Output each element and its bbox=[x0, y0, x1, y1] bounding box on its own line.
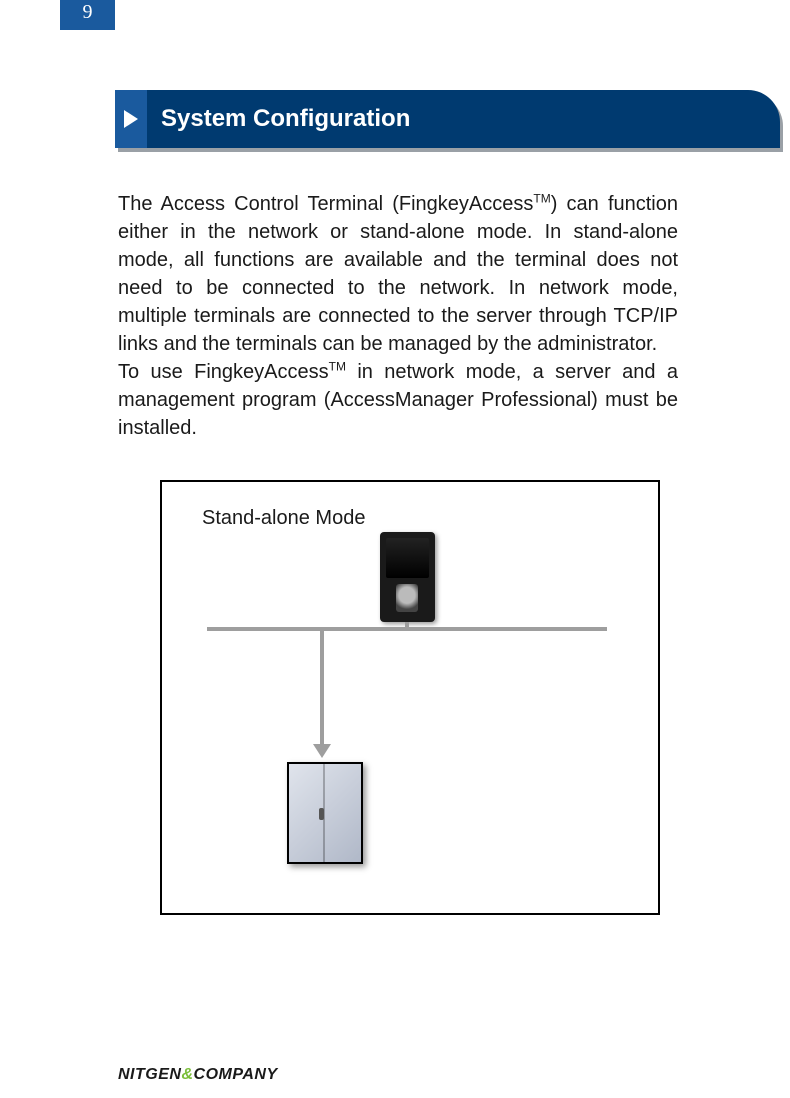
access-terminal-icon bbox=[380, 532, 435, 622]
trademark-sup: TM bbox=[533, 191, 550, 205]
paragraph-2a: To use FingkeyAccess bbox=[118, 361, 329, 383]
page-number-tab: 9 bbox=[60, 0, 115, 30]
triangle-right-icon bbox=[124, 110, 138, 128]
diagram-title: Stand-alone Mode bbox=[202, 507, 365, 530]
connector-hbar bbox=[207, 627, 607, 631]
connector-vline bbox=[320, 631, 324, 746]
trademark-sup: TM bbox=[329, 359, 346, 373]
paragraph-1b: ) can function either in the network or … bbox=[118, 193, 678, 355]
heading-arrow-block bbox=[115, 90, 147, 148]
page-number: 9 bbox=[83, 1, 93, 23]
footer-brand: NITGEN&COMPANY bbox=[118, 1066, 278, 1084]
body-text: The Access Control Terminal (FingkeyAcce… bbox=[118, 190, 678, 442]
door-icon bbox=[287, 762, 363, 864]
paragraph-1a: The Access Control Terminal (FingkeyAcce… bbox=[118, 193, 533, 215]
arrow-down-icon bbox=[313, 744, 331, 758]
diagram-box: Stand-alone Mode bbox=[160, 480, 660, 915]
section-heading-banner: System Configuration bbox=[115, 90, 780, 148]
footer-brand-b: COMPANY bbox=[194, 1066, 278, 1083]
footer-brand-amp: & bbox=[181, 1066, 193, 1083]
heading-front: System Configuration bbox=[115, 90, 780, 148]
heading-title: System Configuration bbox=[147, 90, 780, 148]
footer-brand-a: NITGEN bbox=[118, 1066, 181, 1083]
